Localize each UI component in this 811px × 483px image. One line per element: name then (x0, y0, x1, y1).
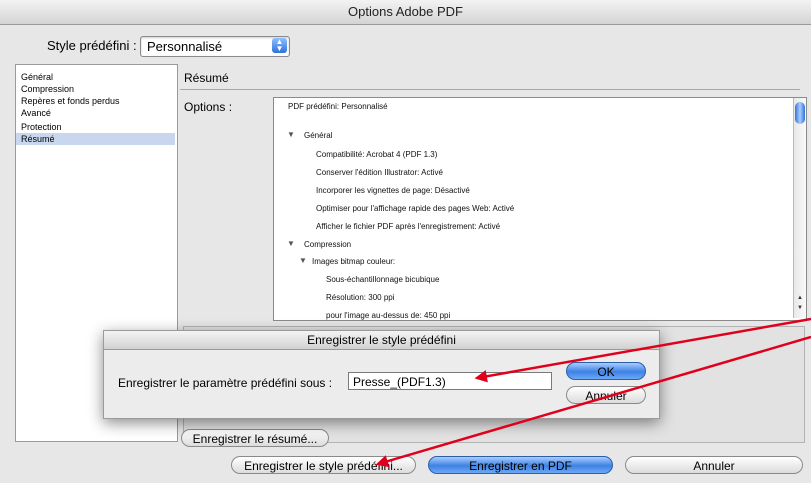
annotation-arrow-icon (474, 317, 811, 383)
annotation-arrows (375, 317, 811, 468)
